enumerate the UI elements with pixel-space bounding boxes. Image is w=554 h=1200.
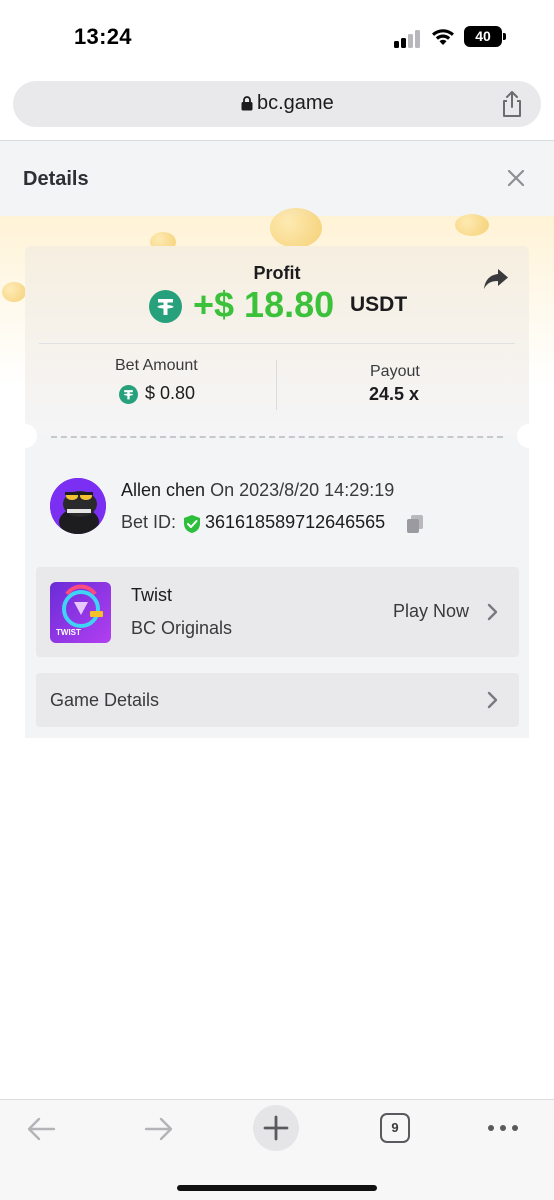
tether-icon <box>149 290 182 323</box>
bet-timestamp: On 2023/8/20 14:29:19 <box>210 480 395 500</box>
game-row[interactable]: TWIST Twist BC Originals Play Now <box>36 567 519 657</box>
bet-amount-label: Bet Amount <box>115 357 198 374</box>
twist-game-icon: TWIST <box>56 584 103 637</box>
bet-id-label: Bet ID: <box>121 512 177 532</box>
bet-details-card: Profit +$ 18.80 USDT Bet Amount $ 0.80 P… <box>13 246 541 738</box>
ticket-notch <box>517 424 541 448</box>
url-text[interactable]: bc.game <box>257 92 334 115</box>
new-tab-button[interactable] <box>253 1105 299 1151</box>
forward-arrow-icon[interactable] <box>144 1116 174 1142</box>
plus-icon <box>263 1115 289 1141</box>
user-info: Allen chen On 2023/8/20 14:29:19 <box>121 480 394 501</box>
wifi-icon <box>432 29 454 45</box>
verified-shield-icon <box>184 515 200 533</box>
battery-level: 40 <box>464 26 502 47</box>
copy-icon[interactable] <box>405 514 425 534</box>
profit-value: +$ 18.80 <box>193 284 335 325</box>
close-icon[interactable] <box>506 168 526 188</box>
share-icon[interactable] <box>499 90 525 118</box>
crocodile-avatar-icon <box>50 478 106 534</box>
avatar[interactable] <box>50 478 106 534</box>
tabs-button[interactable]: 9 <box>380 1113 410 1143</box>
page-title: Details <box>23 168 89 190</box>
lock-icon <box>241 96 253 111</box>
forward-arrow-icon[interactable] <box>483 268 509 290</box>
play-now-button[interactable]: Play Now <box>393 601 469 622</box>
more-icon[interactable] <box>487 1124 519 1132</box>
coin-decoration <box>455 214 489 236</box>
home-indicator <box>177 1185 377 1191</box>
payout-value: 24.5 x <box>369 384 420 404</box>
tether-icon <box>119 385 138 404</box>
divider <box>39 343 515 344</box>
details-header: Details <box>0 141 554 216</box>
status-bar: 13:24 40 <box>0 0 554 72</box>
profit-label: Profit <box>253 263 301 283</box>
status-time: 13:24 <box>74 24 132 49</box>
chevron-right-icon <box>487 603 498 621</box>
game-name: Twist <box>131 585 173 605</box>
svg-text:TWIST: TWIST <box>56 628 81 637</box>
battery-icon: 40 <box>464 26 506 47</box>
game-details-row[interactable]: Game Details <box>36 673 519 727</box>
username[interactable]: Allen chen <box>121 480 205 500</box>
chevron-right-icon <box>487 691 498 709</box>
profit-currency: USDT <box>350 293 408 316</box>
divider <box>276 360 277 410</box>
cellular-signal-icon <box>394 30 424 48</box>
game-provider: BC Originals <box>131 618 233 638</box>
ticket-notch <box>13 424 37 448</box>
coin-decoration <box>270 208 322 248</box>
dashed-divider <box>51 436 503 438</box>
back-arrow-icon[interactable] <box>26 1116 56 1142</box>
coin-decoration <box>2 282 26 302</box>
bet-amount-value: $ 0.80 <box>145 383 196 403</box>
payout-label: Payout <box>370 363 420 380</box>
address-bar[interactable]: bc.game <box>13 81 541 127</box>
game-thumbnail: TWIST <box>50 582 111 643</box>
game-details-label: Game Details <box>50 690 160 710</box>
bet-id-value: 361618589712646565 <box>205 512 386 532</box>
browser-toolbar: 9 <box>0 1099 554 1200</box>
